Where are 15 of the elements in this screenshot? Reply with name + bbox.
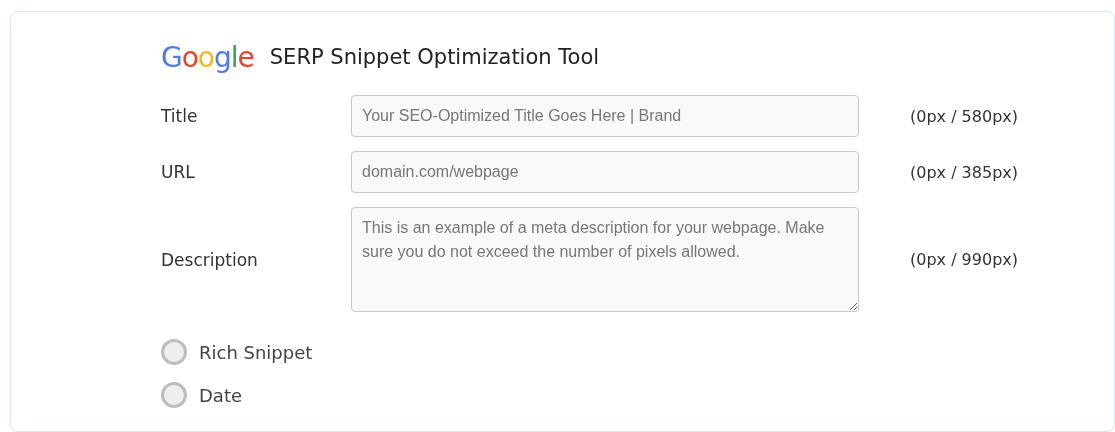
field-label: Description bbox=[161, 249, 259, 270]
radio-label: Date bbox=[199, 384, 243, 406]
field-label: URL bbox=[161, 162, 196, 182]
pixel-counter: (0px / 385px) bbox=[910, 162, 1019, 182]
radio-label: Rich Snippet bbox=[199, 341, 313, 363]
description-field[interactable]: This is an example of a meta description for your webpage. Make sure you do not exceed the number of pixels allowed. bbox=[351, 207, 859, 312]
radio-button[interactable] bbox=[161, 339, 187, 365]
pixel-counter: (0px / 990px) bbox=[910, 250, 1019, 269]
tool-title: SERP Snippet Optimization Tool bbox=[269, 45, 600, 69]
field-label: Title bbox=[161, 106, 199, 126]
text-field[interactable]: Your SEO-Optimized Title Goes Here | Brand bbox=[351, 95, 859, 137]
text-field[interactable]: domain.com/webpage bbox=[351, 151, 859, 193]
google-logo: Google bbox=[161, 40, 254, 74]
pixel-counter: (0px / 580px) bbox=[910, 106, 1019, 126]
radio-button[interactable] bbox=[161, 382, 187, 408]
